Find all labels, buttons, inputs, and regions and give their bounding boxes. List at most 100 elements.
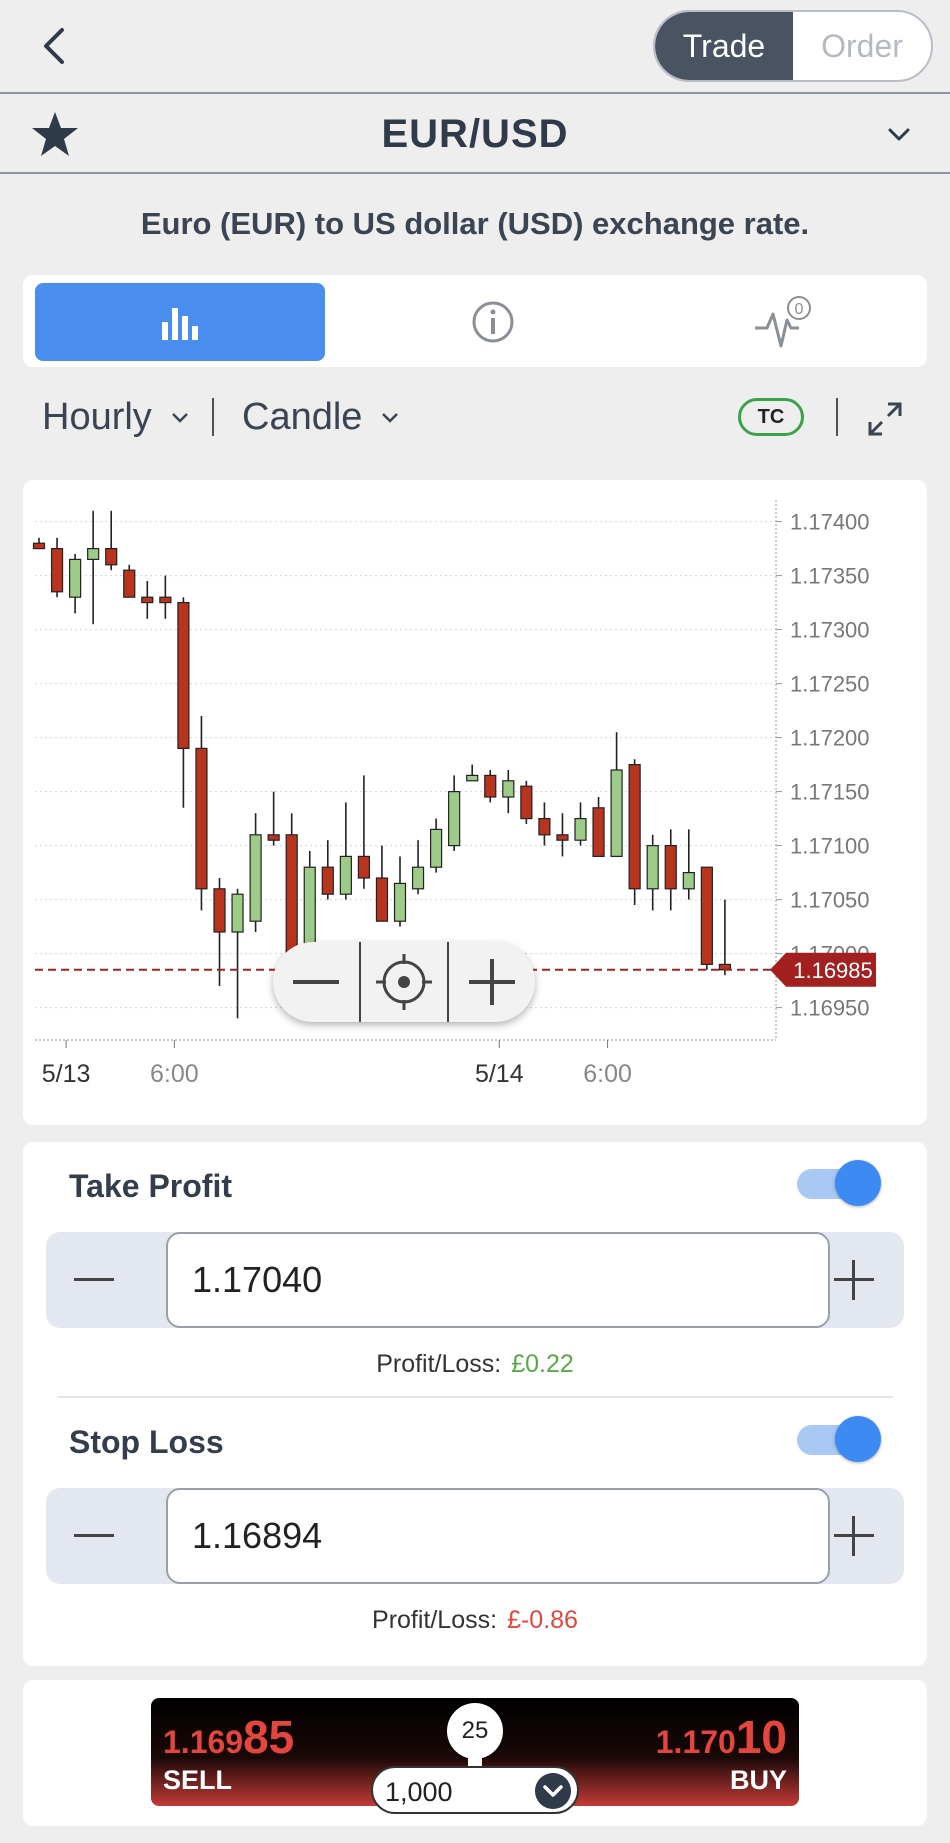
pl-label: Profit/Loss:: [376, 1350, 502, 1378]
instrument-symbol[interactable]: EUR/USD: [0, 112, 950, 157]
chevron-down-icon: [382, 412, 399, 423]
timeframe-label: Hourly: [42, 396, 152, 438]
y-tick-label: 1.17350: [790, 564, 870, 589]
candle-body: [393, 882, 407, 922]
candle-body: [105, 547, 118, 566]
pl-value: £0.22: [511, 1350, 574, 1378]
current-price-label: 1.16985: [793, 958, 873, 983]
candle-body: [195, 747, 208, 890]
y-tick-label: 1.16950: [790, 996, 870, 1021]
candle-body: [285, 834, 298, 955]
tab-info[interactable]: [343, 283, 643, 361]
back-arrow-icon[interactable]: [34, 22, 74, 70]
chevron-down-icon: [171, 412, 188, 423]
y-tick-label: 1.17250: [790, 672, 870, 697]
timeframe-dropdown[interactable]: Hourly: [42, 396, 190, 439]
x-tick-label: 5/14: [475, 1060, 524, 1088]
toggle-knob: [835, 1160, 881, 1206]
candle-body: [502, 780, 515, 798]
chart-controls: Hourly Candle TC: [0, 392, 950, 448]
candle-body: [592, 807, 605, 857]
toggle-knob: [835, 1416, 881, 1462]
view-tabs: 0: [23, 275, 927, 367]
crosshair-icon: [376, 954, 432, 1010]
trade-tab[interactable]: Trade: [655, 12, 793, 80]
order-tab[interactable]: Order: [793, 12, 931, 80]
candle-body: [574, 818, 587, 841]
recenter-button[interactable]: [359, 942, 447, 1022]
candle-body: [231, 893, 244, 933]
zoom-controls: [273, 942, 535, 1022]
x-tick-label: 5/13: [42, 1060, 91, 1088]
candle-body: [664, 845, 677, 890]
candle-body: [700, 866, 713, 966]
buy-price: 1.17010: [655, 1711, 787, 1763]
price-chart[interactable]: 1.17400 1.17350 1.17300 1.17250 1.17200 1.171…: [23, 480, 927, 1125]
x-tick-label: 6:00: [150, 1060, 199, 1088]
y-tick-label: 1.17050: [790, 888, 870, 913]
divider: [212, 398, 214, 436]
risk-settings-card: Take Profit Profit/Loss:£0.22 Stop Loss …: [23, 1142, 927, 1666]
tab-activity[interactable]: 0: [633, 283, 933, 361]
instrument-description: Euro (EUR) to US dollar (USD) exchange r…: [140, 206, 810, 241]
candle-body: [87, 547, 100, 560]
candle-body: [50, 547, 64, 593]
y-tick-label: 1.17150: [790, 780, 870, 805]
candle-body: [682, 872, 695, 890]
divider: [57, 1396, 893, 1398]
stop-loss-toggle[interactable]: [795, 1412, 883, 1464]
candlestick-chart[interactable]: 1.17400 1.17350 1.17300 1.17250 1.17200 1.171…: [23, 480, 927, 1125]
chevron-down-icon[interactable]: [884, 120, 914, 148]
x-tick-label: 6:00: [583, 1060, 632, 1088]
take-profit-input[interactable]: [166, 1232, 830, 1328]
candle-body: [484, 774, 497, 798]
minus-icon: [293, 980, 339, 984]
candle-body: [628, 764, 641, 890]
zoom-in-button[interactable]: [447, 942, 535, 1022]
zoom-out-button[interactable]: [273, 942, 359, 1022]
candle-body: [159, 596, 172, 604]
take-profit-toggle[interactable]: [795, 1156, 883, 1208]
minus-icon[interactable]: [74, 1518, 114, 1554]
y-tick-label: 1.17400: [790, 510, 870, 535]
chart-type-dropdown[interactable]: Candle: [242, 396, 400, 439]
stop-loss-stepper: [46, 1488, 904, 1584]
candle-body: [448, 791, 461, 847]
y-tick-label: 1.17200: [790, 726, 870, 751]
candle-body: [141, 596, 154, 604]
leverage-badge[interactable]: 25: [447, 1703, 503, 1759]
candle-body: [520, 785, 533, 820]
candle-body: [375, 877, 389, 922]
pl-value: £-0.86: [507, 1606, 578, 1634]
candle-body: [411, 866, 425, 890]
trade-order-toggle: Trade Order: [653, 10, 933, 82]
stop-loss-label: Stop Loss: [69, 1424, 224, 1460]
stop-loss-input[interactable]: [166, 1488, 830, 1584]
plus-icon: [469, 959, 515, 1005]
candle-body: [357, 855, 370, 879]
tab-chart[interactable]: [35, 283, 325, 361]
candle-body: [249, 834, 262, 922]
candle-body: [32, 542, 46, 550]
top-bar: Trade Order: [0, 0, 950, 94]
candle-body: [538, 818, 551, 836]
expand-icon[interactable]: [866, 400, 904, 438]
tc-button[interactable]: TC: [738, 398, 804, 436]
plus-icon[interactable]: [834, 1516, 874, 1556]
plus-icon[interactable]: [834, 1260, 874, 1300]
candle-body: [68, 558, 82, 598]
activity-icon: 0: [755, 296, 811, 348]
divider: [836, 398, 838, 436]
activity-badge: 0: [795, 301, 804, 318]
minus-icon[interactable]: [74, 1262, 114, 1298]
take-profit-stepper: [46, 1232, 904, 1328]
candle-body: [339, 855, 352, 895]
take-profit-label: Take Profit: [69, 1168, 232, 1204]
star-icon[interactable]: [30, 110, 80, 158]
amount-selector[interactable]: 1,000: [371, 1766, 579, 1814]
candle-body: [123, 569, 136, 598]
pl-label: Profit/Loss:: [372, 1606, 498, 1634]
candle-body: [556, 834, 569, 841]
amount-value: 1,000: [385, 1777, 453, 1807]
candle-body: [646, 845, 659, 890]
